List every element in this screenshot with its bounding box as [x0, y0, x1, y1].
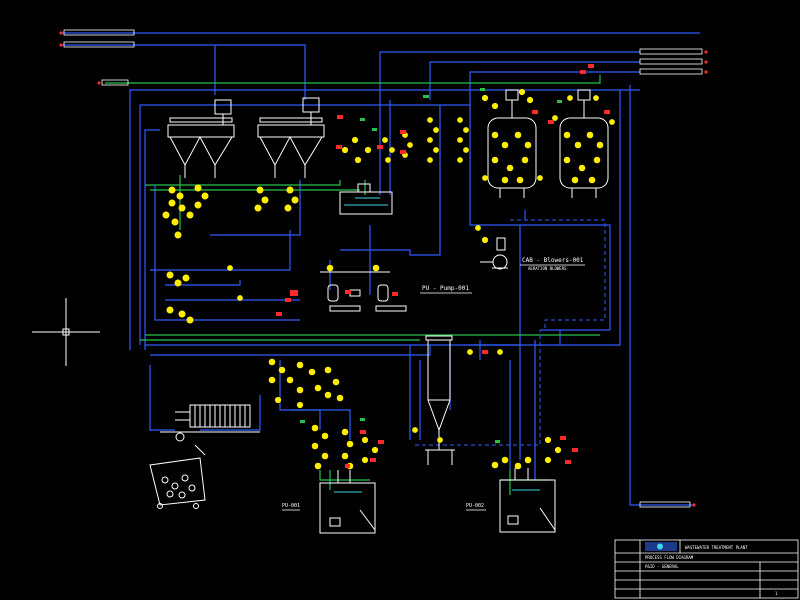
title-block-logo	[645, 542, 677, 551]
pump-label: PU - Pump-001	[422, 285, 469, 292]
pu-tank-left-label: PU-001	[282, 503, 300, 509]
pu-tank-right-label: PU-002	[466, 503, 484, 509]
blowers-sublabel: AERATION BLOWERS	[528, 266, 567, 271]
title-line-2: PROCESS FLOW DIAGRAM	[645, 555, 694, 560]
title-line-3: P&ID - GENERAL	[645, 564, 679, 569]
pid-drawing: CAB - Blowers-001 AERATION BLOWERS PU - …	[0, 0, 800, 600]
title-line-1: WASTEWATER TREATMENT PLANT	[685, 545, 748, 550]
blowers-label: CAB - Blowers-001	[522, 257, 584, 264]
